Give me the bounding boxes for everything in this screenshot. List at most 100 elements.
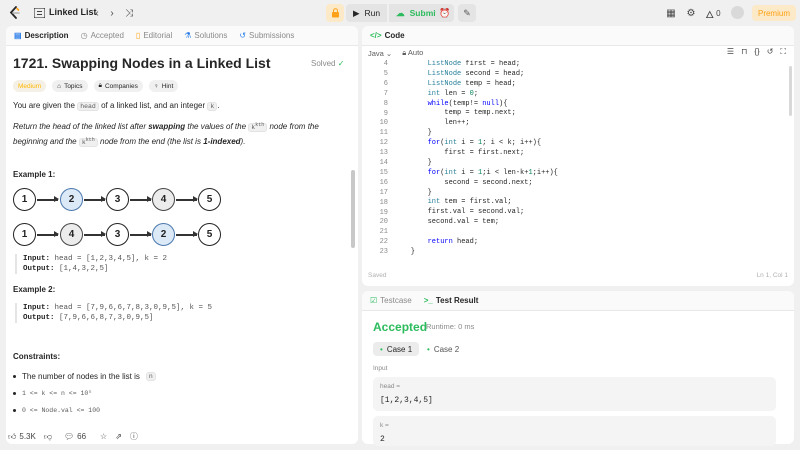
example-1-io: Input: head = [1,2,3,4,5], k = 2 Output:… [15, 254, 167, 274]
code-line[interactable]: ListNode first = head; [394, 60, 784, 70]
result-tab-bar: ☑ Testcase >_ Test Result [362, 291, 794, 311]
line-number: 9 [383, 109, 388, 118]
line-number: 20 [379, 218, 388, 227]
streak-count: 0 [716, 8, 721, 18]
flask-icon: ⚗ [184, 31, 192, 40]
constraint-item: The number of nodes in the list is n [13, 372, 156, 381]
code-line[interactable]: second.val = tem; [394, 218, 784, 228]
tab-editorial[interactable]: ▯ Editorial [136, 31, 172, 40]
line-number: 15 [379, 168, 388, 177]
line-number: 5 [383, 69, 388, 78]
line-number: 14 [379, 159, 388, 167]
next-problem-icon[interactable]: › [105, 6, 119, 20]
line-number: 11 [379, 129, 388, 138]
description-paragraph-1: You are given the head of a linked list,… [13, 101, 220, 111]
code-line[interactable] [394, 228, 784, 238]
line-number: 8 [383, 99, 388, 108]
clock-icon: ◷ [80, 31, 88, 40]
node: 5 [198, 188, 221, 211]
case-2-tab[interactable]: • Case 2 [420, 342, 466, 356]
thumbs-up-icon: 👍︎ [8, 431, 17, 441]
code-line[interactable]: second = second.next; [394, 179, 784, 189]
arrow [130, 231, 152, 237]
line-number: 7 [383, 89, 388, 98]
help-icon[interactable]: ⓘ [130, 431, 138, 442]
problem-title: 1721. Swapping Nodes in a Linked List [13, 55, 271, 71]
run-button[interactable]: ▶ Run [346, 4, 388, 22]
code-line[interactable]: } [394, 129, 784, 139]
dot-icon: • [427, 344, 430, 354]
tab-solutions[interactable]: ⚗ Solutions [184, 31, 227, 40]
arrow [176, 196, 198, 202]
like-button[interactable]: 👍︎ 5.3K [8, 432, 36, 442]
editor-scrollbar[interactable] [789, 66, 792, 116]
streak-fire-icon[interactable]: 🜂 0 [703, 6, 723, 21]
tab-test-result[interactable]: >_ Test Result [424, 296, 479, 305]
premium-button[interactable]: Premium [752, 5, 796, 21]
var-value: [1,2,3,4,5] [380, 396, 433, 405]
code-line[interactable]: temp = temp.next; [394, 109, 784, 119]
case-1-tab[interactable]: • Case 1 [373, 342, 420, 356]
code-editor[interactable]: ListNode first = head; ListNode second =… [394, 60, 784, 263]
var-value: 2 [380, 435, 385, 444]
dot-icon: • [380, 344, 383, 354]
code-line[interactable]: for(int i = 1;i < len-k+1;i++){ [394, 169, 784, 179]
lock-icon: 🔒︎ [98, 82, 102, 89]
tab-accepted[interactable]: ◷ Accepted [81, 31, 124, 40]
var-name: k = [380, 422, 389, 429]
layout-grid-icon[interactable]: ▦ [664, 6, 678, 20]
code-line[interactable]: ListNode temp = head; [394, 80, 784, 90]
code-line[interactable]: } [394, 248, 784, 258]
code-line[interactable]: int tem = first.val; [394, 198, 784, 208]
node-highlighted: 2 [152, 223, 175, 246]
prev-problem-icon[interactable]: ‹ [90, 6, 104, 20]
code-line[interactable]: ListNode second = head; [394, 70, 784, 80]
shuffle-icon[interactable]: ⤨ [122, 6, 136, 20]
line-number: 6 [383, 79, 388, 88]
comments-button[interactable]: 💬︎ 66 [64, 432, 86, 441]
arrow [130, 196, 152, 202]
problem-list-icon[interactable] [32, 6, 46, 20]
tab-testcase[interactable]: ☑ Testcase [370, 296, 412, 305]
top-bar: Linked List ‹ › ⤨ ▶ Run ☁ Submit ⏰ ✎ ▦ ⚙… [0, 0, 800, 26]
timer-icon[interactable]: ⏰ [436, 4, 454, 22]
share-icon[interactable]: ⇗ [115, 432, 122, 441]
code-line[interactable]: len++; [394, 119, 784, 129]
code-line[interactable]: } [394, 189, 784, 199]
avatar[interactable] [731, 6, 744, 19]
settings-gear-icon[interactable]: ⚙ [684, 6, 698, 20]
debug-lock-icon[interactable] [326, 4, 344, 22]
node-highlighted: 4 [152, 188, 175, 211]
book-icon: ▯ [135, 31, 141, 40]
star-icon[interactable]: ☆ [100, 432, 107, 441]
code-line[interactable]: first = first.next; [394, 149, 784, 159]
left-tab-bar: ▤ Description ◷ Accepted ▯ Editorial ⚗ Solut… [6, 26, 358, 46]
tab-submissions[interactable]: ↺ Submissions [239, 31, 294, 40]
code-line[interactable]: first.val = second.val; [394, 208, 784, 218]
hint-tag[interactable]: ♀ Hint [148, 80, 179, 92]
tab-code[interactable]: </> Code [370, 31, 405, 40]
topics-tag[interactable]: ⌂ Topics [52, 80, 88, 92]
code-line[interactable]: for(int i = 1; i < k; i++){ [394, 139, 784, 149]
cursor-position: Ln 1, Col 1 [756, 272, 788, 279]
line-number: 10 [379, 119, 388, 128]
description-footer: 👍︎ 5.3K 👎︎ 💬︎ 66 ☆ ⇗ ⓘ [8, 431, 138, 442]
leetcode-logo-icon[interactable] [8, 6, 22, 20]
notes-icon[interactable]: ✎ [458, 4, 476, 22]
code-line[interactable]: } [394, 159, 784, 169]
example-2-io: Input: head = [7,9,6,6,7,8,3,0,9,5], k =… [15, 303, 212, 323]
line-number: 18 [379, 198, 388, 207]
line-number: 19 [379, 208, 388, 217]
description-scrollbar[interactable] [351, 170, 355, 248]
node: 1 [13, 223, 36, 246]
code-line[interactable]: return head; [394, 238, 784, 248]
code-icon: </> [370, 31, 382, 40]
line-number: 21 [379, 228, 388, 237]
dislike-icon[interactable]: 👎︎ [44, 432, 52, 442]
companies-tag[interactable]: 🔒︎ Companies [93, 80, 143, 92]
node: 3 [106, 188, 129, 211]
tab-description[interactable]: ▤ Description [14, 31, 69, 40]
code-line[interactable]: int len = 0; [394, 90, 784, 100]
code-line[interactable]: while(temp!= null){ [394, 100, 784, 110]
node: 3 [106, 223, 129, 246]
